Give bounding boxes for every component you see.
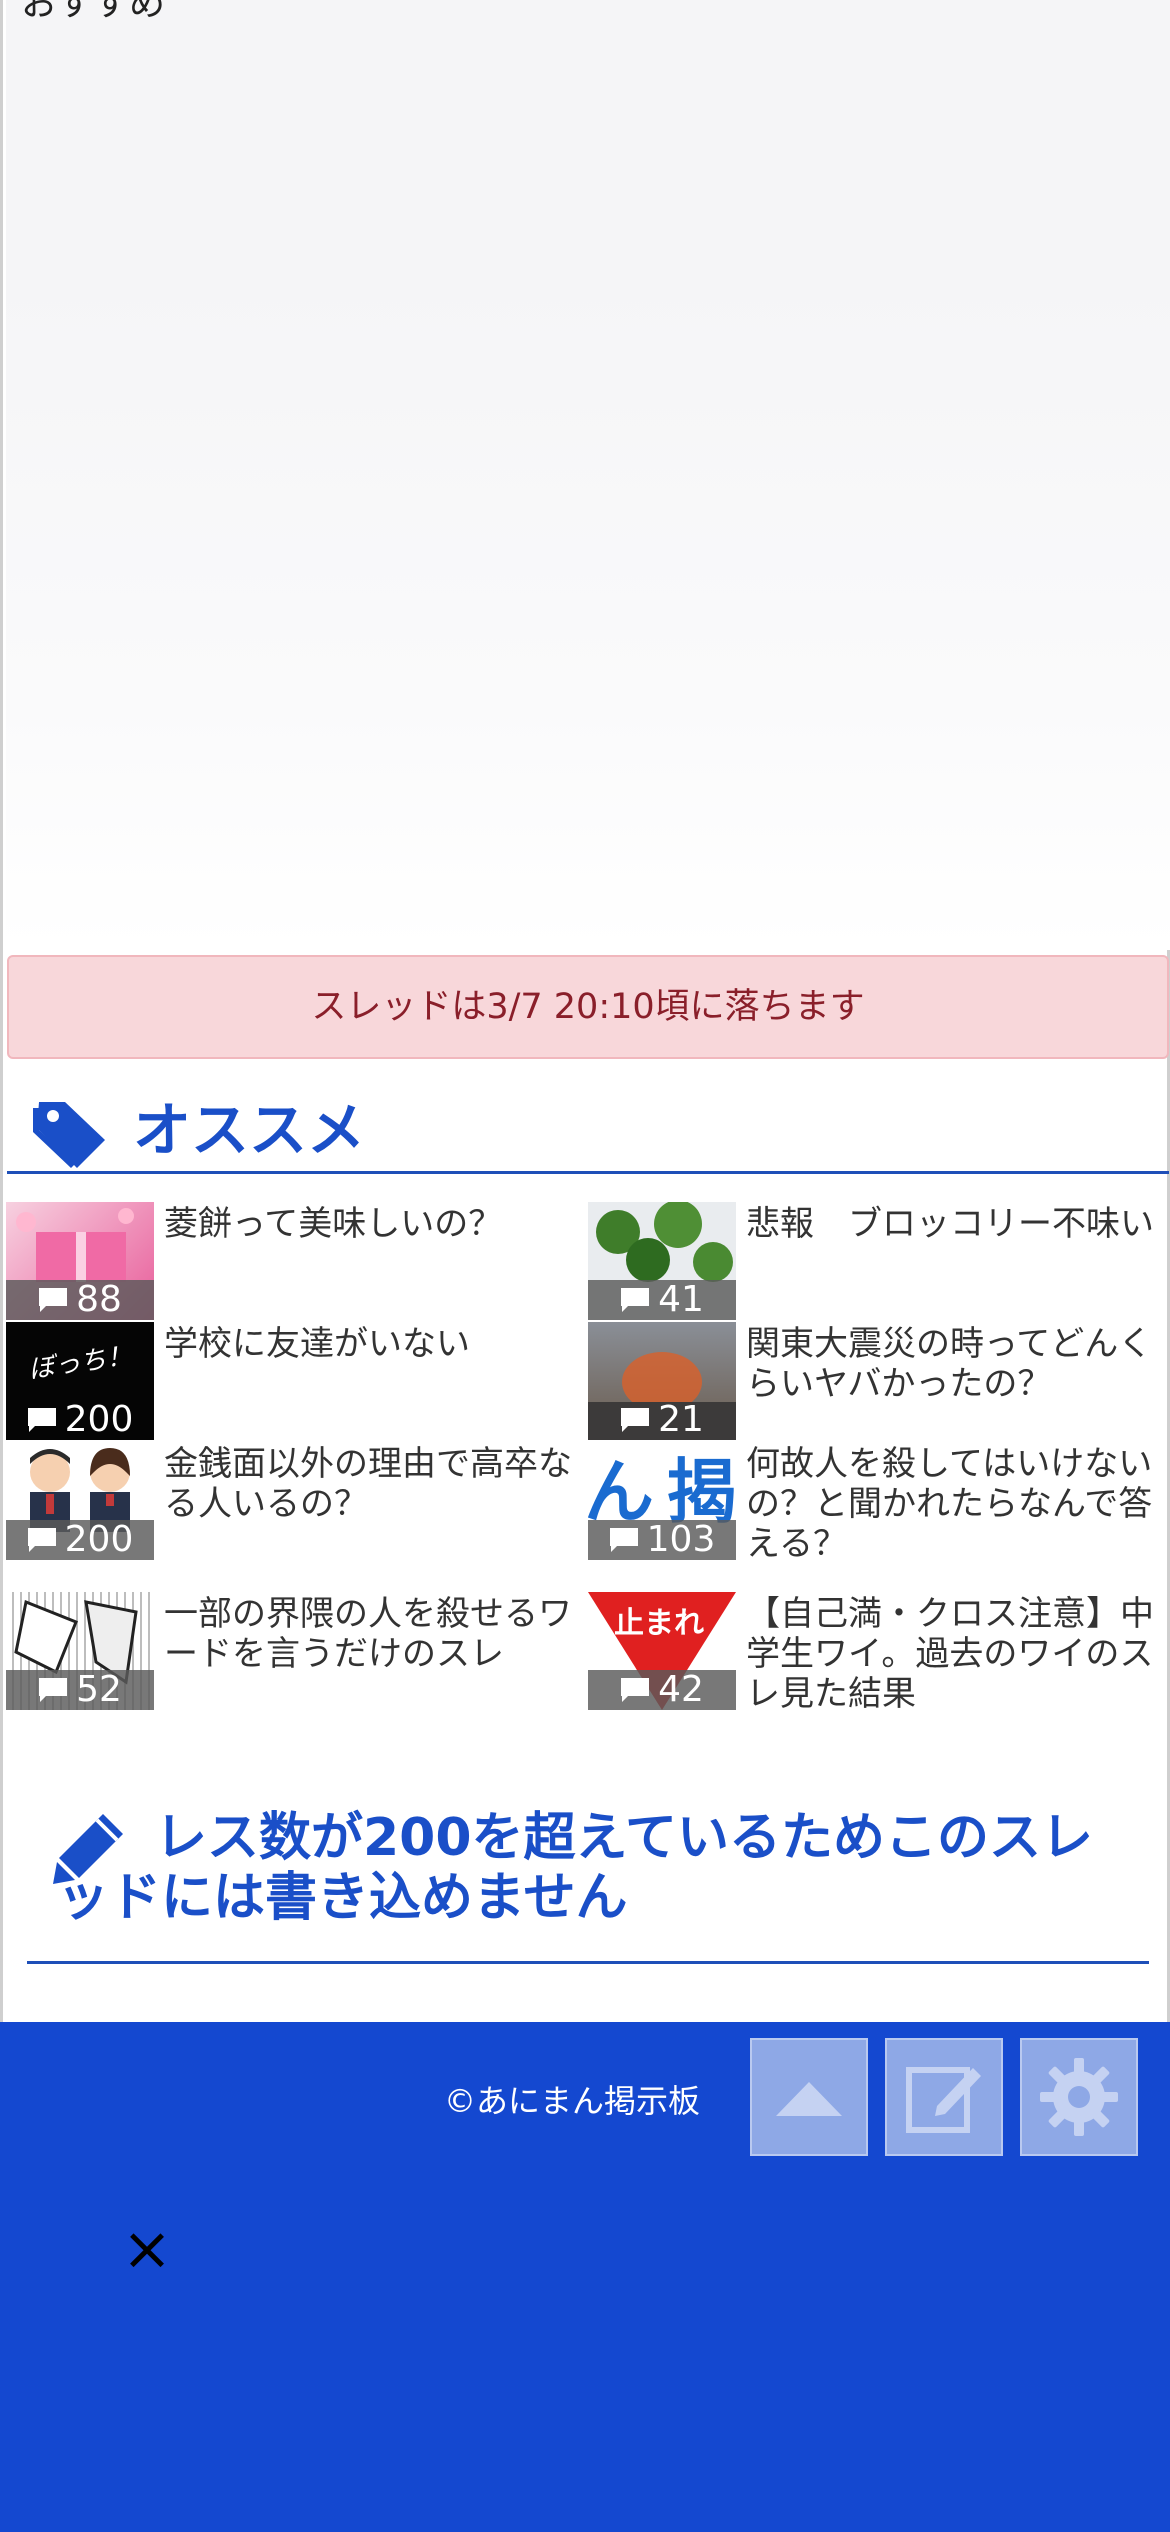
- recommend-item[interactable]: 41 悲報 ブロッコリー不味い: [588, 1202, 1168, 1320]
- thumbnail-logo: ん 揭 103: [588, 1442, 736, 1560]
- reply-count: 88: [6, 1280, 154, 1320]
- reply-count: 42: [588, 1670, 736, 1710]
- reply-count: 21: [588, 1400, 736, 1440]
- item-title: 悲報 ブロッコリー不味い: [746, 1204, 1154, 1244]
- item-title: 関東大震災の時ってどんくらいヤバかったの？: [746, 1324, 1153, 1404]
- edit-icon: [906, 2067, 981, 2133]
- comment-icon: [609, 1528, 638, 1552]
- top-partial-text: おすすめ: [21, 0, 166, 24]
- ad-area: [6, 0, 1170, 950]
- recommend-item[interactable]: ん 揭 103 何故人を殺してはいけないの？と聞かれたらなんで答える？: [588, 1442, 1168, 1560]
- scroll-top-button[interactable]: [750, 2038, 868, 2156]
- comment-icon: [39, 1678, 68, 1702]
- recommend-item[interactable]: 200 金銭面以外の理由で高卒なる人いるの？: [6, 1442, 586, 1560]
- item-title: 菱餅って美味しいの？: [164, 1204, 503, 1244]
- comment-icon: [621, 1288, 650, 1312]
- item-title: 学校に友達がいない: [164, 1324, 470, 1364]
- triangle-up-icon: [776, 2082, 842, 2116]
- reply-count: 52: [6, 1670, 154, 1710]
- page-frame: おすすめ スレッドは3/7 20:10頃に落ちます オススメ 88 菱餅って美味…: [0, 0, 1170, 2022]
- reply-count: 41: [588, 1280, 736, 1320]
- close-ad-button[interactable]: ×: [120, 2219, 174, 2279]
- recommend-item[interactable]: 88 菱餅って美味しいの？: [6, 1202, 586, 1320]
- write-closed-message: レス数が200を超えているためこのスレッドには書き込めません: [57, 1808, 1093, 1928]
- comment-icon: [27, 1528, 56, 1552]
- copyright: ©あにまん掲示板: [444, 2082, 701, 2120]
- comment-icon: [621, 1408, 650, 1432]
- write-closed-header: レス数が200を超えているためこのスレッドには書き込めません: [27, 1802, 1149, 1964]
- thumbnail-label: 止まれ: [614, 1606, 704, 1641]
- settings-button[interactable]: [1020, 2038, 1138, 2156]
- reply-count: 200: [6, 1400, 154, 1440]
- item-title: 【自己満・クロス注意】中学生ワイ。過去のワイのスレ見た結果: [746, 1594, 1154, 1710]
- thumbnail-broccoli: 41: [588, 1202, 736, 1320]
- item-title: 金銭面以外の理由で高卒なる人いるの？: [164, 1444, 572, 1524]
- item-title: 一部の界隈の人を殺せるワードを言うだけのスレ: [164, 1594, 572, 1674]
- recommend-title: オススメ: [133, 1096, 366, 1164]
- thumbnail-students: 200: [6, 1442, 154, 1560]
- footer: ©あにまん掲示板 ×: [0, 2022, 1170, 2532]
- thumbnail-fire-city: 21: [588, 1322, 736, 1440]
- write-button[interactable]: [885, 2038, 1003, 2156]
- comment-icon: [27, 1408, 56, 1432]
- thumbnail-label: ぼっち！: [26, 1340, 134, 1386]
- reply-count: 200: [6, 1520, 154, 1560]
- thumbnail-pink-gift: 88: [6, 1202, 154, 1320]
- thumbnail-alone: ぼっち！ 200: [6, 1322, 154, 1440]
- tag-icon: [33, 1102, 105, 1168]
- gear-icon: [1040, 2058, 1118, 2136]
- thumbnail-stop-sign: 止まれ 42: [588, 1592, 736, 1710]
- reply-count: 103: [588, 1520, 736, 1560]
- comment-icon: [39, 1288, 68, 1312]
- item-title: 何故人を殺してはいけないの？と聞かれたらなんで答える？: [746, 1444, 1153, 1560]
- comment-icon: [621, 1678, 650, 1702]
- recommend-item[interactable]: 52 一部の界隈の人を殺せるワードを言うだけのスレ: [6, 1592, 586, 1710]
- recommend-item[interactable]: 止まれ 42 【自己満・クロス注意】中学生ワイ。過去のワイのスレ見た結果: [588, 1592, 1168, 1710]
- recommend-item[interactable]: ぼっち！ 200 学校に友達がいない: [6, 1322, 586, 1440]
- recommend-header: オススメ: [7, 1090, 1169, 1174]
- thread-expiry-alert: スレッドは3/7 20:10頃に落ちます: [7, 955, 1169, 1059]
- recommend-item[interactable]: 21 関東大震災の時ってどんくらいヤバかったの？: [588, 1322, 1168, 1440]
- thumbnail-manga: 52: [6, 1592, 154, 1710]
